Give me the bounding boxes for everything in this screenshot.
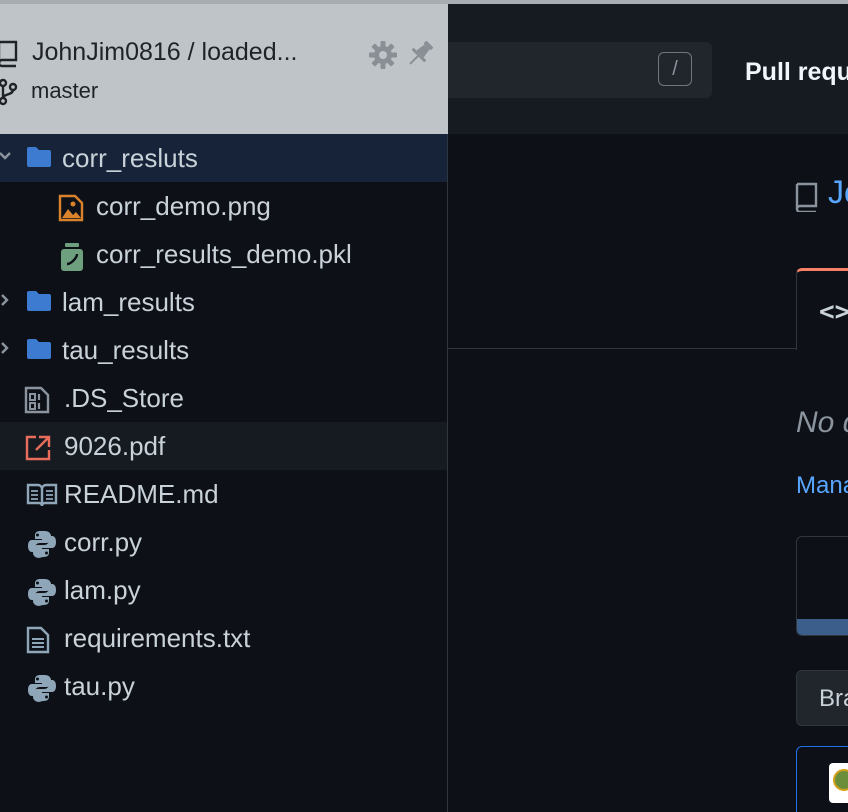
- gear-icon[interactable]: [368, 40, 398, 70]
- tree-folder-row[interactable]: lam_results: [0, 278, 447, 326]
- tree-folder-row[interactable]: tau_results: [0, 326, 447, 374]
- tree-file-row[interactable]: tau.py: [0, 662, 447, 710]
- pickle-file-icon: [60, 242, 84, 277]
- repo-main: Jo <> No d Mana Bra: [448, 134, 848, 812]
- python-file-icon: [28, 674, 56, 707]
- branch-button-label: Bra: [819, 685, 848, 712]
- sidebar-header: JohnJim0816 / loaded... master: [0, 4, 448, 134]
- file-tree: corr_resluts corr_demo.png corr_results_de…: [0, 134, 447, 710]
- binary-file-icon: [24, 386, 50, 419]
- pin-icon[interactable]: [404, 38, 436, 70]
- repo-title-link[interactable]: Jo: [828, 174, 848, 211]
- manage-topics-link[interactable]: Mana: [796, 472, 848, 500]
- tree-item-label: lam_results: [62, 287, 195, 317]
- avatar[interactable]: [829, 763, 848, 803]
- tree-item-label: lam.py: [64, 575, 141, 605]
- tab-divider: [448, 348, 798, 349]
- github-header: / Pull requ: [448, 4, 848, 134]
- search-input[interactable]: /: [448, 42, 712, 98]
- repo-icon: [0, 40, 18, 68]
- image-file-icon: [58, 194, 84, 227]
- chevron-right-icon[interactable]: [0, 341, 12, 360]
- pdf-file-icon: [24, 434, 52, 467]
- text-file-icon: [26, 626, 50, 659]
- tree-item-label: requirements.txt: [64, 623, 251, 653]
- readme-book-icon: [26, 482, 58, 513]
- tree-item-label: README.md: [64, 479, 219, 509]
- tree-file-row[interactable]: corr_demo.png: [0, 182, 447, 230]
- tree-file-row[interactable]: corr.py: [0, 518, 447, 566]
- folder-icon: [26, 290, 52, 317]
- repo-name-link[interactable]: JohnJim0816 / loaded...: [32, 38, 297, 67]
- progress-bar: [797, 619, 848, 635]
- tree-file-row[interactable]: requirements.txt: [0, 614, 447, 662]
- tree-file-row[interactable]: README.md: [0, 470, 447, 518]
- commit-box: [796, 536, 848, 636]
- branch-name[interactable]: master: [31, 78, 98, 104]
- tree-file-row[interactable]: lam.py: [0, 566, 447, 614]
- folder-icon: [26, 146, 52, 173]
- pull-requests-link[interactable]: Pull requ: [745, 58, 848, 87]
- contributor-card[interactable]: [796, 746, 848, 812]
- file-tree-sidebar: JohnJim0816 / loaded... master corr_resl…: [0, 4, 448, 812]
- tree-file-row[interactable]: .DS_Store: [0, 374, 447, 422]
- tree-item-label: corr_resluts: [62, 143, 198, 173]
- branch-select-button[interactable]: Bra: [796, 670, 848, 726]
- tab-code[interactable]: <>: [796, 268, 848, 350]
- repo-description: No d: [796, 406, 848, 439]
- tree-folder-row[interactable]: corr_resluts: [0, 134, 447, 182]
- tree-item-label: .DS_Store: [64, 383, 184, 413]
- tree-file-row[interactable]: 9026.pdf: [0, 422, 447, 470]
- tree-item-label: corr_demo.png: [96, 191, 271, 221]
- python-file-icon: [28, 530, 56, 563]
- tree-item-label: 9026.pdf: [64, 431, 166, 461]
- chevron-right-icon[interactable]: [0, 293, 12, 312]
- folder-icon: [26, 338, 52, 365]
- repo-icon: [795, 182, 818, 212]
- branch-icon: [0, 78, 18, 106]
- tree-item-label: tau_results: [62, 335, 190, 365]
- python-file-icon: [28, 578, 56, 611]
- tree-item-label: corr.py: [64, 527, 143, 557]
- chevron-down-icon[interactable]: [0, 149, 12, 168]
- search-shortcut-key: /: [658, 52, 692, 86]
- tree-item-label: corr_results_demo.pkl: [96, 239, 352, 269]
- code-icon: <>: [819, 297, 848, 327]
- tree-file-row[interactable]: corr_results_demo.pkl: [0, 230, 447, 278]
- tree-item-label: tau.py: [64, 671, 135, 701]
